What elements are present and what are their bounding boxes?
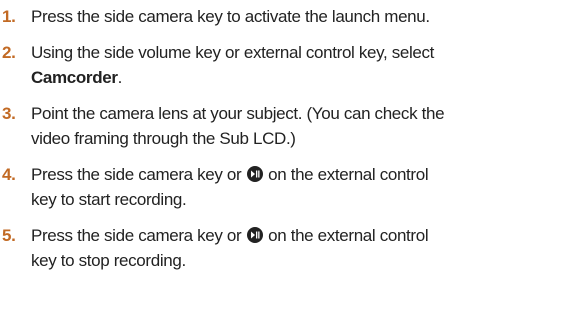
step-2: 2. Using the side volume key or external…	[0, 40, 581, 90]
step-3: 3. Point the camera lens at your subject…	[0, 101, 581, 151]
step-text-continued: key to start recording.	[31, 190, 187, 209]
instruction-steps: 1. Press the side camera key to activate…	[0, 4, 581, 284]
step-text: Using the side volume key or external co…	[31, 43, 435, 62]
step-text-after-icon: on the external control	[268, 165, 429, 184]
step-text: Point the camera lens at your subject. (…	[31, 104, 445, 123]
step-text: Press the side camera key or on the exte…	[31, 223, 581, 248]
step-text: Press the side camera key or on the exte…	[31, 162, 581, 187]
step-text-before-icon: Press the side camera key or	[31, 226, 242, 245]
step-number: 4.	[2, 165, 16, 184]
step-number: 2.	[2, 43, 16, 62]
play-pause-icon	[246, 227, 263, 243]
play-pause-icon	[246, 166, 263, 182]
step-number: 5.	[2, 226, 16, 245]
step-text: Press the side camera key to activate th…	[31, 7, 430, 26]
step-text-continued: video framing through the Sub LCD.)	[31, 129, 296, 148]
step-text-after-icon: on the external control	[268, 226, 429, 245]
step-5: 5. Press the side camera key or on the e…	[0, 223, 581, 273]
step-text-continued: key to stop recording.	[31, 251, 186, 270]
step-punctuation: .	[117, 68, 123, 87]
step-text-continued: Camcorder.	[31, 65, 581, 90]
camcorder-label: Camcorder	[31, 68, 118, 87]
step-text-before-icon: Press the side camera key or	[31, 165, 242, 184]
step-1: 1. Press the side camera key to activate…	[0, 4, 581, 29]
step-4: 4. Press the side camera key or on the e…	[0, 162, 581, 212]
step-number: 3.	[2, 104, 16, 123]
step-number: 1.	[2, 7, 16, 26]
